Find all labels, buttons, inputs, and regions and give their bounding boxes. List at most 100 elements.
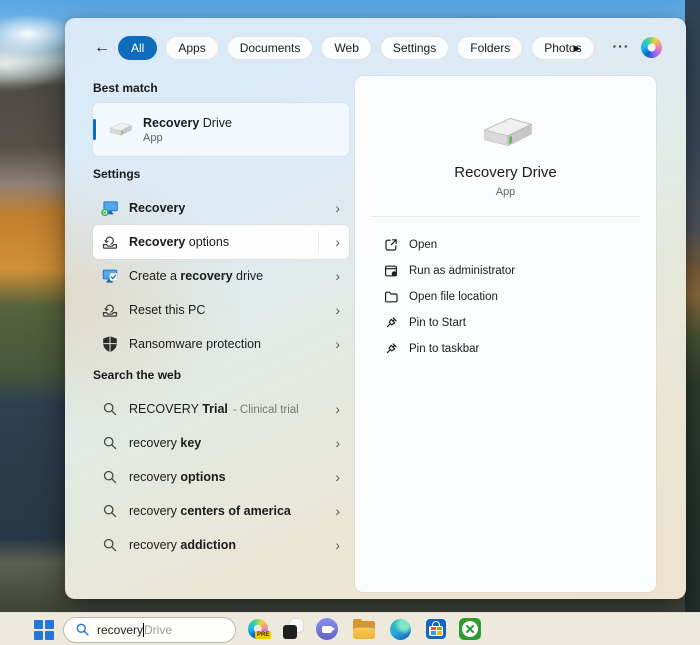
pin-icon: [383, 315, 399, 331]
chevron-right-icon[interactable]: ›: [335, 337, 340, 351]
monitor-refresh-icon: [100, 198, 120, 218]
search-icon: [100, 501, 120, 521]
web-item-label: RECOVERY Trial - Clinical trial: [129, 402, 349, 416]
best-match-subtitle: App: [143, 131, 163, 144]
best-match-text: Recovery Drive App: [143, 116, 232, 144]
label-prefix: Create a: [129, 269, 181, 283]
microsoft-store-icon: [426, 619, 446, 639]
search-typed-text: recovery: [97, 622, 144, 637]
edge-icon: [390, 619, 411, 640]
web-item-label: recovery key: [129, 436, 349, 450]
chevron-right-icon[interactable]: ›: [335, 303, 340, 317]
settings-item-recovery-options[interactable]: Recovery options ›: [93, 225, 349, 259]
search-filter-tabs: All Apps Documents Web Settings Folders …: [118, 36, 595, 60]
chevron-right-icon[interactable]: ›: [335, 269, 340, 283]
copilot-taskbar-button[interactable]: PRE: [248, 619, 272, 639]
label-bold: centers of america: [180, 504, 291, 518]
tab-apps[interactable]: Apps: [165, 36, 219, 60]
tray-reset-icon: [100, 300, 120, 320]
web-item-recovery-addiction[interactable]: recovery addiction ›: [93, 528, 349, 562]
web-results-list: RECOVERY Trial - Clinical trial › recover…: [93, 392, 349, 562]
settings-item-label: Recovery: [129, 201, 349, 215]
label-suffix: drive: [232, 269, 264, 283]
chevron-right-icon[interactable]: ›: [335, 470, 340, 484]
settings-item-ransomware-protection[interactable]: Ransomware protection ›: [93, 327, 349, 361]
label-suffix: options: [185, 235, 230, 249]
settings-item-recovery[interactable]: Recovery ›: [93, 191, 349, 225]
action-run-as-administrator[interactable]: Run as administrator: [371, 258, 640, 284]
label-prefix: recovery: [129, 538, 181, 552]
action-list: Open Run as administrator Open file loca…: [371, 232, 640, 362]
search-icon: [100, 433, 120, 453]
taskbar: recovery Drive PRE: [0, 612, 700, 645]
monitor-check-icon: [100, 266, 120, 286]
more-filters-button[interactable]: ▶: [568, 39, 586, 57]
label-bold: options: [180, 470, 226, 484]
web-item-recovery-options[interactable]: recovery options ›: [93, 460, 349, 494]
preview-panel: Recovery Drive App Open Run as administr…: [355, 76, 656, 592]
settings-section-header: Settings: [93, 167, 141, 181]
chevron-right-icon[interactable]: ›: [335, 436, 340, 450]
task-view-button[interactable]: [283, 619, 303, 639]
shield-icon: [100, 334, 120, 354]
chevron-right-icon[interactable]: ›: [335, 402, 340, 416]
action-label: Open: [409, 239, 438, 251]
best-match-title-bold: Recovery: [143, 115, 200, 130]
search-suggestion-text: Drive: [144, 622, 173, 637]
web-item-recovery-trial[interactable]: RECOVERY Trial - Clinical trial ›: [93, 392, 349, 426]
settings-item-label: Recovery options: [129, 235, 349, 249]
best-match-card[interactable]: Recovery Drive App: [93, 103, 349, 156]
web-item-recovery-key[interactable]: recovery key ›: [93, 426, 349, 460]
preview-subtitle: App: [495, 186, 516, 198]
preview-title: Recovery Drive: [454, 164, 557, 181]
chevron-right-icon[interactable]: ›: [335, 201, 340, 215]
recovery-drive-large-icon: [482, 117, 533, 147]
action-label: Run as administrator: [409, 265, 516, 277]
chevron-right-icon[interactable]: ›: [335, 235, 340, 249]
label-bold: addiction: [180, 538, 236, 552]
best-match-title: Recovery Drive: [143, 116, 232, 130]
action-pin-to-taskbar[interactable]: Pin to taskbar: [371, 336, 640, 362]
settings-item-create-recovery-drive[interactable]: Create a recovery drive ›: [93, 259, 349, 293]
file-explorer-button[interactable]: [353, 619, 375, 639]
label-prefix: recovery: [129, 470, 181, 484]
start-button[interactable]: [34, 620, 54, 640]
label-bold: Trial: [202, 402, 228, 416]
xbox-button[interactable]: [459, 618, 481, 640]
action-label: Pin to taskbar: [409, 343, 480, 355]
search-icon: [100, 535, 120, 555]
tab-settings[interactable]: Settings: [379, 36, 450, 60]
copilot-icon[interactable]: [641, 37, 662, 58]
tab-folders[interactable]: Folders: [457, 36, 524, 60]
microsoft-store-button[interactable]: [426, 619, 446, 639]
selection-accent-bar: [93, 119, 96, 140]
action-open[interactable]: Open: [371, 232, 640, 258]
chevron-right-icon[interactable]: ›: [335, 538, 340, 552]
web-item-label: recovery addiction: [129, 538, 349, 552]
label-prefix: Reset this PC: [129, 303, 206, 317]
options-ellipsis-button[interactable]: ···: [611, 35, 631, 57]
search-icon: [100, 467, 120, 487]
edge-button[interactable]: [390, 619, 411, 640]
chat-icon: [316, 618, 338, 640]
pin-icon: [383, 341, 399, 357]
settings-item-reset-this-pc[interactable]: Reset this PC ›: [93, 293, 349, 327]
settings-item-label: Create a recovery drive: [129, 269, 349, 283]
pre-badge: PRE: [255, 631, 272, 639]
label-note: - Clinical trial: [232, 404, 299, 416]
tab-web[interactable]: Web: [321, 36, 372, 60]
web-item-recovery-centers[interactable]: recovery centers of america ›: [93, 494, 349, 528]
tab-all[interactable]: All: [118, 36, 158, 60]
chevron-right-icon[interactable]: ›: [335, 504, 340, 518]
desktop-wallpaper-right-edge: [685, 0, 700, 612]
tab-documents[interactable]: Documents: [226, 36, 314, 60]
back-button[interactable]: ←: [91, 37, 113, 59]
action-pin-to-start[interactable]: Pin to Start: [371, 310, 640, 336]
taskbar-search-input[interactable]: recovery Drive: [63, 616, 236, 643]
action-open-file-location[interactable]: Open file location: [371, 284, 640, 310]
run-as-admin-icon: [383, 263, 399, 279]
chat-button[interactable]: [316, 618, 338, 640]
folder-icon: [383, 289, 399, 305]
action-label: Pin to Start: [409, 317, 466, 329]
label-prefix: Ransomware protection: [129, 337, 262, 351]
